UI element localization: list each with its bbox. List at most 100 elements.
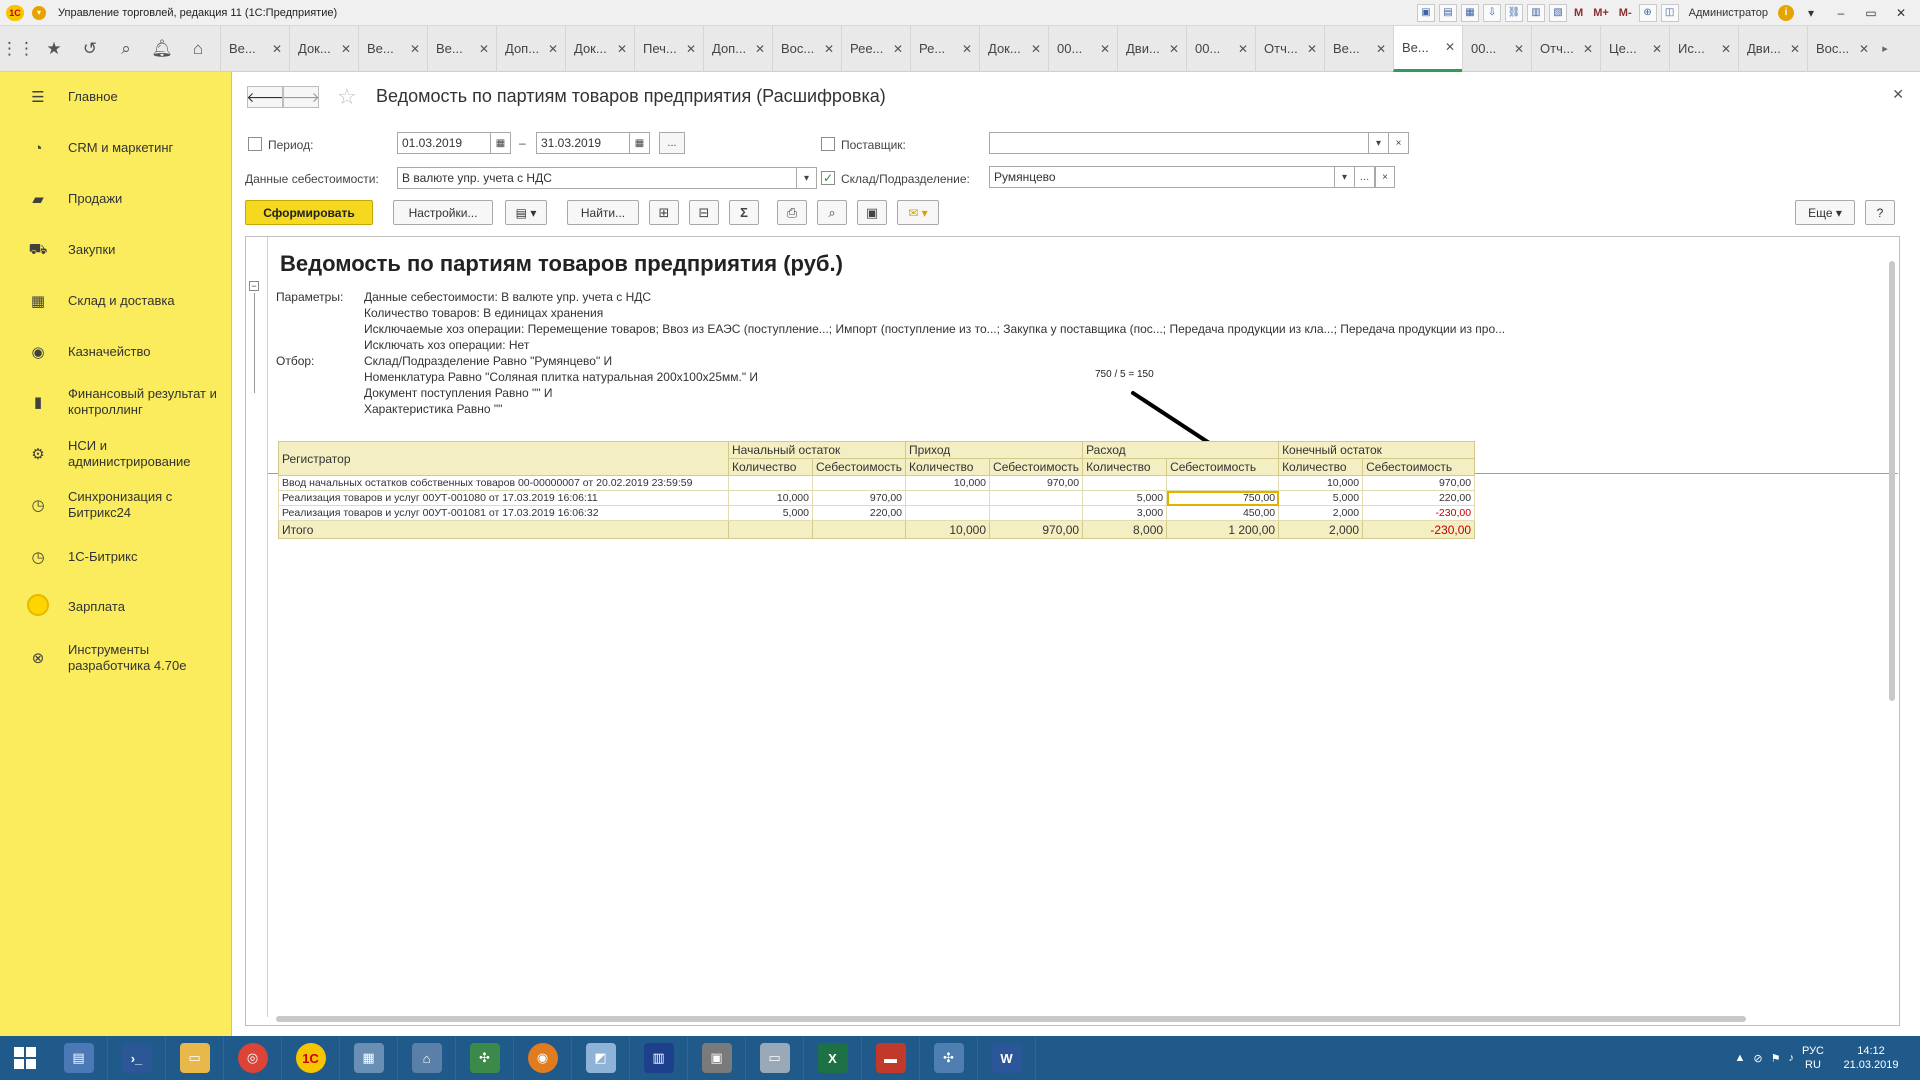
tab-close-icon[interactable]: ✕ <box>1721 42 1731 56</box>
collapse-groups-icon[interactable]: ⊟ <box>689 200 719 225</box>
tab-window-20[interactable]: Це... ✕ <box>1600 25 1669 72</box>
taskbar-app-8[interactable]: ✣ <box>456 1036 514 1080</box>
dropdown-arrow-icon[interactable]: ▾ <box>1798 3 1824 23</box>
tabs-scroll-icon[interactable]: ▸ <box>1876 42 1894 55</box>
tab-window-13[interactable]: Дви... ✕ <box>1117 25 1186 72</box>
variants-dropdown-button[interactable]: ▤ ▾ <box>505 200 547 225</box>
memory-mminus-button[interactable]: M- <box>1616 7 1635 19</box>
taskbar-app-15[interactable]: ▬ <box>862 1036 920 1080</box>
preview-icon[interactable]: ▦ <box>1461 3 1480 22</box>
tab-window-12[interactable]: 00... ✕ <box>1048 25 1117 72</box>
report-spreadsheet[interactable]: − Ведомость по партиям товаров предприят… <box>245 236 1900 1026</box>
taskbar-app-16[interactable]: ✣ <box>920 1036 978 1080</box>
link-icon[interactable]: ⛓ <box>1505 3 1524 22</box>
tab-window-3[interactable]: Ве... ✕ <box>427 25 496 72</box>
bell-icon[interactable]: 🔔︎ <box>144 26 180 72</box>
find-button[interactable]: Найти... <box>567 200 639 225</box>
tab-window-6[interactable]: Печ... ✕ <box>634 25 703 72</box>
supplier-input[interactable] <box>989 132 1369 154</box>
taskbar-app-12[interactable]: ▣ <box>688 1036 746 1080</box>
supplier-clear-icon[interactable]: × <box>1389 132 1409 154</box>
warehouse-input[interactable]: Румянцево <box>989 166 1335 188</box>
vertical-scrollbar[interactable] <box>1887 241 1897 1021</box>
tab-close-icon[interactable]: ✕ <box>1790 42 1800 56</box>
tab-close-icon[interactable]: ✕ <box>893 42 903 56</box>
tab-window-16[interactable]: Ве... ✕ <box>1324 25 1393 72</box>
tray-up-arrow-icon[interactable]: ▲ <box>1734 1052 1745 1064</box>
taskbar-powershell[interactable]: ›_ <box>108 1036 166 1080</box>
supplier-checkbox[interactable] <box>821 137 835 151</box>
supplier-dropdown-icon[interactable]: ▾ <box>1369 132 1389 154</box>
period-to-input[interactable]: 31.03.2019 <box>536 132 630 154</box>
taskbar-app-10[interactable]: ◩ <box>572 1036 630 1080</box>
total-row[interactable]: Итого 10,000 970,00 8,000 1 200,00 2,000 -230,… <box>278 520 1476 539</box>
taskbar-chrome[interactable]: ◎ <box>224 1036 282 1080</box>
tab-close-icon[interactable]: ✕ <box>1859 42 1869 56</box>
tab-close-icon[interactable]: ✕ <box>1238 42 1248 56</box>
tab-close-icon[interactable]: ✕ <box>410 42 420 56</box>
tab-close-icon[interactable]: ✕ <box>341 42 351 56</box>
sidebar-item-salary[interactable]: Зарплата <box>0 590 232 624</box>
sidebar-item-crm[interactable]: ◔ CRM и маркетинг <box>0 131 232 165</box>
zoom-icon[interactable]: ⊕ <box>1638 3 1657 22</box>
tab-close-icon[interactable]: ✕ <box>479 42 489 56</box>
tab-close-icon[interactable]: ✕ <box>1514 42 1524 56</box>
tab-window-0[interactable]: Ве... ✕ <box>220 25 289 72</box>
tab-close-icon[interactable]: ✕ <box>686 42 696 56</box>
calendar-to-icon[interactable]: ▦ <box>630 132 650 154</box>
warehouse-dropdown-icon[interactable]: ▾ <box>1335 166 1355 188</box>
table-row[interactable]: Реализация товаров и услуг 00УТ-001081 о… <box>278 505 1476 521</box>
expand-groups-icon[interactable]: ⊞ <box>649 200 679 225</box>
sidebar-item-bitrix24-sync[interactable]: ◷ Синхронизация с Битрикс24 <box>0 485 232 525</box>
save-icon[interactable]: ▣ <box>1417 3 1436 22</box>
sidebar-item-nsi-admin[interactable]: ⚙ НСИ и администрирование <box>0 434 232 474</box>
tab-window-23[interactable]: Вос... ✕ <box>1807 25 1876 72</box>
send-mail-dropdown-button[interactable]: ✉ ▾ <box>897 200 939 225</box>
tab-close-icon[interactable]: ✕ <box>755 42 765 56</box>
tab-window-14[interactable]: 00... ✕ <box>1186 25 1255 72</box>
home-icon[interactable]: ⌂ <box>180 26 216 72</box>
tab-close-icon[interactable]: ✕ <box>962 42 972 56</box>
tab-window-5[interactable]: Док... ✕ <box>565 25 634 72</box>
sidebar-item-warehouse[interactable]: ▦ Склад и доставка <box>0 284 232 318</box>
sidebar-item-treasury[interactable]: ◉ Казначейство <box>0 335 232 369</box>
taskbar-app-11[interactable]: ▥ <box>630 1036 688 1080</box>
horizontal-scroll-thumb[interactable] <box>276 1016 1746 1022</box>
system-clock[interactable]: 14:12 21.03.2019 <box>1832 1044 1910 1072</box>
tab-window-17[interactable]: Ве... ✕ <box>1393 25 1462 72</box>
search-icon[interactable]: ⌕ <box>108 26 144 72</box>
sum-icon[interactable]: Σ <box>729 200 759 225</box>
language-indicator[interactable]: РУС RU <box>1802 1044 1824 1072</box>
close-window-button[interactable]: ✕ <box>1888 3 1914 23</box>
tab-window-10[interactable]: Ре... ✕ <box>910 25 979 72</box>
taskbar-server-manager[interactable]: ▤ <box>50 1036 108 1080</box>
vertical-scroll-thumb[interactable] <box>1889 261 1895 701</box>
info-icon[interactable]: i <box>1778 4 1794 21</box>
memory-m-button[interactable]: M <box>1571 7 1586 19</box>
period-choose-button[interactable]: ... <box>659 132 685 154</box>
tab-window-4[interactable]: Доп... ✕ <box>496 25 565 72</box>
tab-window-21[interactable]: Ис... ✕ <box>1669 25 1738 72</box>
tab-close-icon[interactable]: ✕ <box>1031 42 1041 56</box>
warehouse-checkbox[interactable]: ✓ <box>821 171 835 185</box>
taskbar-app-9[interactable]: ◉ <box>514 1036 572 1080</box>
history-icon[interactable]: ↺ <box>72 26 108 72</box>
tab-window-15[interactable]: Отч... ✕ <box>1255 25 1324 72</box>
print-report-icon[interactable]: ⎙ <box>777 200 807 225</box>
tab-window-11[interactable]: Док... ✕ <box>979 25 1048 72</box>
warehouse-clear-icon[interactable]: × <box>1375 166 1395 188</box>
sidebar-item-dev-tools[interactable]: ⊗ Инструменты разработчика 4.70e <box>0 638 232 678</box>
tab-close-icon[interactable]: ✕ <box>1376 42 1386 56</box>
taskbar-word[interactable]: W <box>978 1036 1036 1080</box>
tab-window-18[interactable]: 00... ✕ <box>1462 25 1531 72</box>
horizontal-scrollbar[interactable] <box>276 1013 1886 1023</box>
apps-grid-icon[interactable]: ⋮⋮ <box>0 26 36 72</box>
tab-close-icon[interactable]: ✕ <box>1652 42 1662 56</box>
cost-data-select[interactable]: В валюте упр. учета с НДС <box>397 167 797 189</box>
tab-window-19[interactable]: Отч... ✕ <box>1531 25 1600 72</box>
tab-close-icon[interactable]: ✕ <box>1100 42 1110 56</box>
sidebar-item-purchases[interactable]: ⛟ Закупки <box>0 233 232 267</box>
tab-close-icon[interactable]: ✕ <box>1583 42 1593 56</box>
tray-network-icon[interactable]: ⊘ <box>1753 1052 1762 1065</box>
calc-icon[interactable]: ▥ <box>1527 3 1546 22</box>
